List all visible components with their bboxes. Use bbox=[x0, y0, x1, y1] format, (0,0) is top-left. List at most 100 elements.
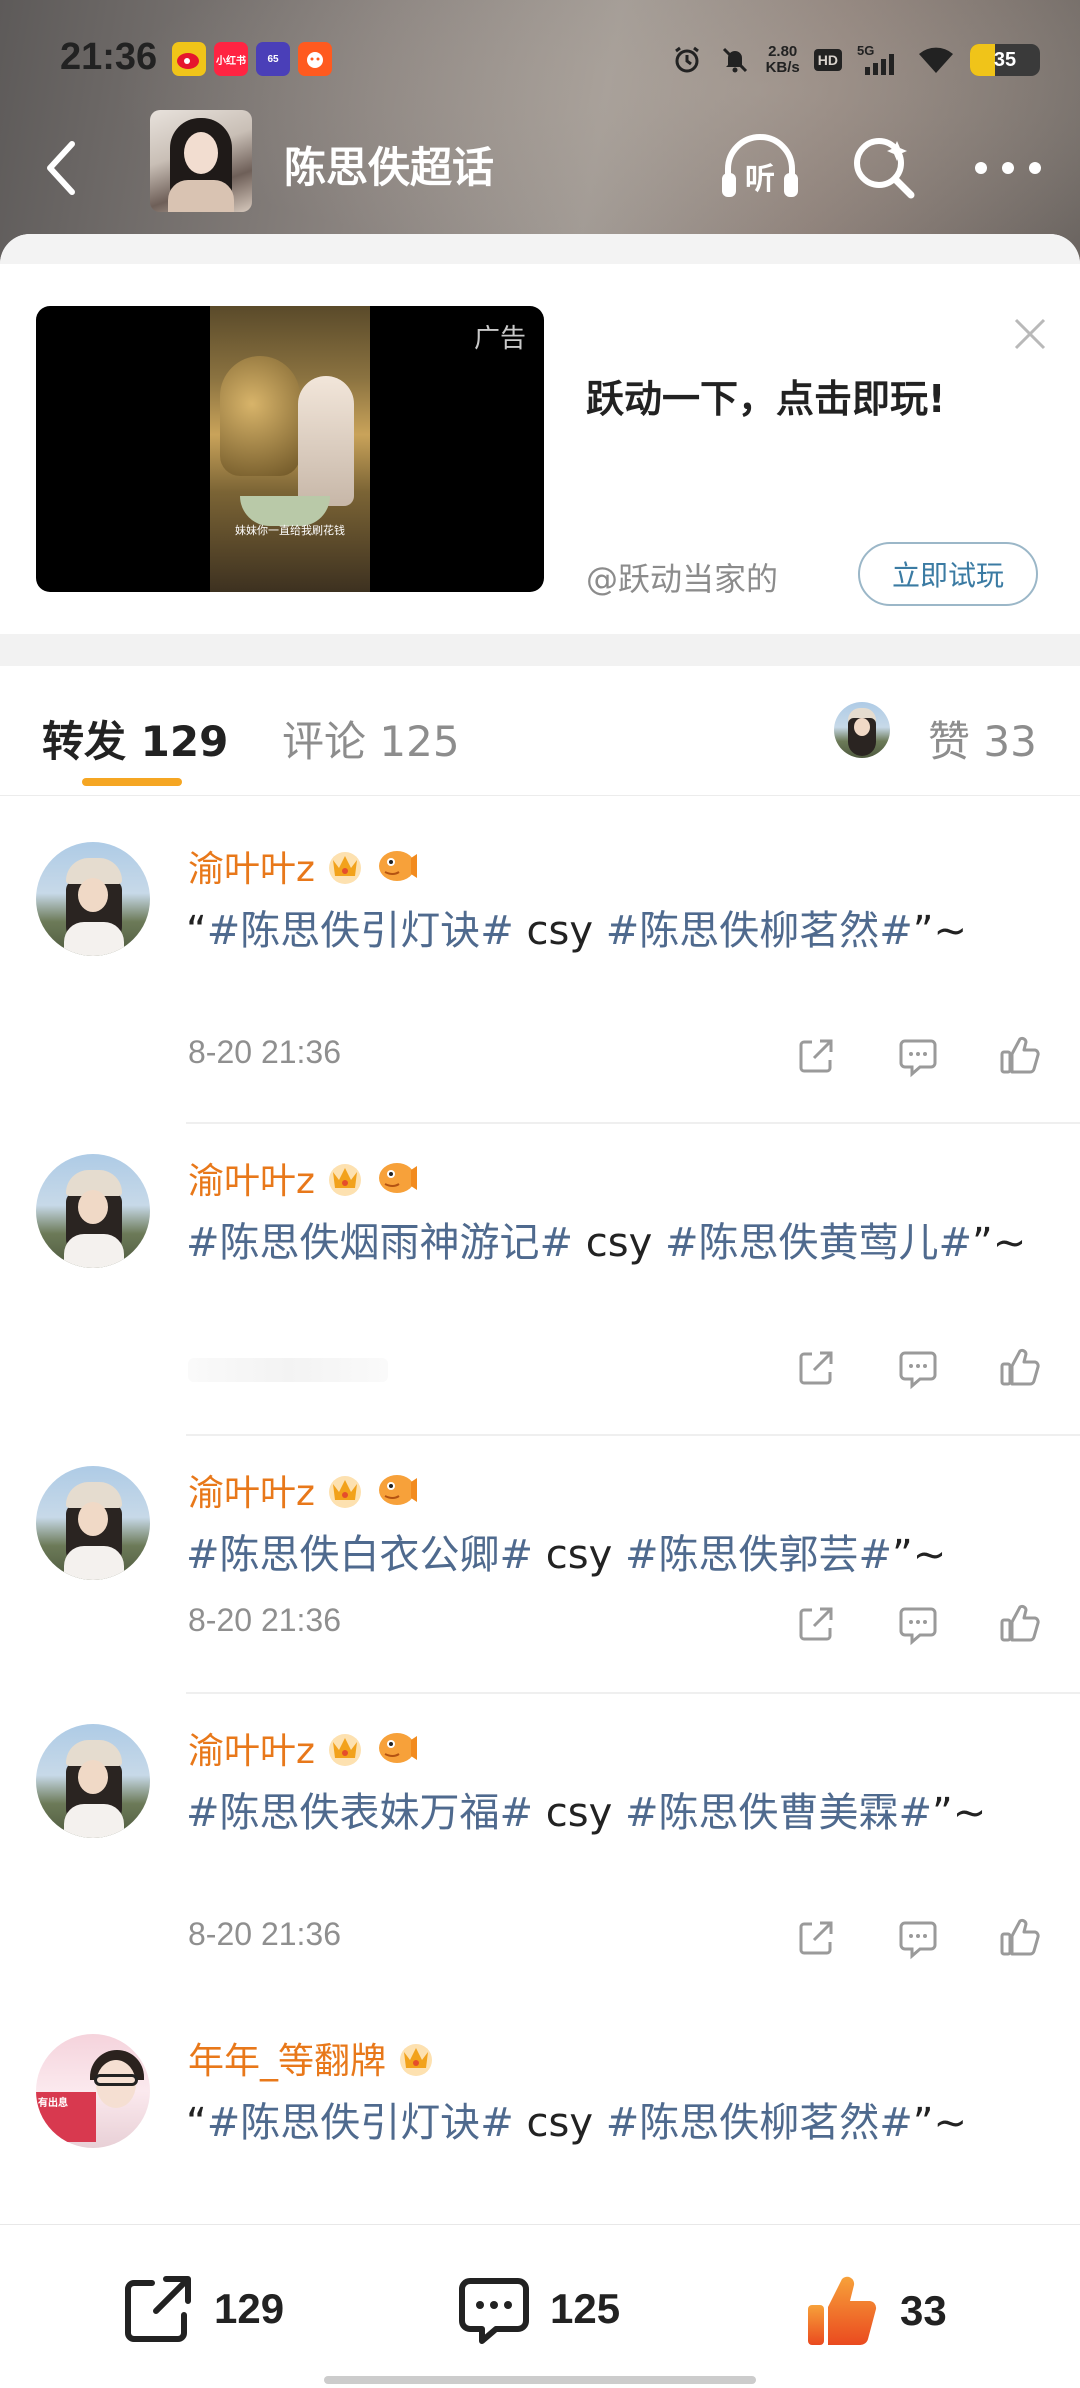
ad-card[interactable]: 妹妹你一直给我刷花钱 广告 跃动一下，点击即玩! @跃动当家的 立即试玩 bbox=[0, 264, 1080, 634]
topic-avatar[interactable] bbox=[150, 110, 252, 212]
username[interactable]: 渝叶叶z bbox=[188, 840, 315, 892]
username-row[interactable]: 渝叶叶z bbox=[188, 1722, 419, 1774]
hashtag-link[interactable]: #陈思佚引灯诀# bbox=[207, 2100, 514, 2146]
back-button[interactable] bbox=[30, 128, 90, 208]
username[interactable]: 渝叶叶z bbox=[188, 1722, 315, 1774]
comment-icon bbox=[899, 1921, 937, 1960]
hashtag-link[interactable]: #陈思佚柳茗然# bbox=[606, 2100, 913, 2146]
user-avatar[interactable] bbox=[36, 1154, 150, 1268]
repost-item-comment-button[interactable] bbox=[894, 1914, 942, 1962]
repost-item[interactable]: 渝叶叶z #陈思佚表妹万福# csy #陈思佚曹美霖#”~ 8-20 21:36 bbox=[0, 1694, 1080, 2006]
repost-text[interactable]: #陈思佚表妹万福# csy #陈思佚曹美霖#”~ bbox=[186, 1786, 1046, 1840]
tab-repost[interactable]: 转发 129 bbox=[42, 708, 228, 769]
user-avatar[interactable] bbox=[36, 1466, 150, 1580]
repost-item[interactable]: 渝叶叶z #陈思佚烟雨神游记# csy #陈思佚黄莺儿#”~ bbox=[0, 1124, 1080, 1436]
crown-badge-icon bbox=[394, 2036, 438, 2080]
repost-item-like-button[interactable] bbox=[996, 1914, 1044, 1962]
page-title[interactable]: 陈思佚超话 bbox=[284, 134, 494, 195]
share-icon bbox=[799, 1351, 833, 1385]
search-button[interactable] bbox=[842, 126, 926, 210]
repost-item-like-button[interactable] bbox=[996, 1344, 1044, 1392]
ad-video[interactable]: 妹妹你一直给我刷花钱 广告 bbox=[36, 306, 544, 592]
repost-text[interactable]: #陈思佚烟雨神游记# csy #陈思佚黄莺儿#”~ bbox=[186, 1216, 1046, 1270]
repost-item[interactable]: 渝叶叶z “#陈思佚引灯诀# csy #陈思佚柳茗然#”~ 8-20 21:36 bbox=[0, 812, 1080, 1124]
hashtag-link[interactable]: #陈思佚白衣公卿# bbox=[186, 1532, 533, 1578]
repost-time: 8-20 21:36 bbox=[188, 1602, 342, 1638]
repost-item-comment-button[interactable] bbox=[894, 1344, 942, 1392]
repost-item-like-button[interactable] bbox=[996, 1600, 1044, 1648]
repost-item[interactable]: 有出息 年年_等翻牌 “#陈思佚引灯诀# csy #陈思佚柳茗然#”~ bbox=[0, 2004, 1080, 2224]
hashtag-link[interactable]: #陈思佚表妹万福# bbox=[186, 1790, 533, 1836]
listen-button[interactable]: 听 bbox=[718, 126, 802, 210]
quote-mark: “ bbox=[186, 2100, 207, 2146]
xiaohongshu-icon: 小红书 bbox=[214, 42, 248, 76]
thumbs-up-icon bbox=[1000, 1604, 1040, 1642]
username[interactable]: 年年_等翻牌 bbox=[188, 2032, 386, 2084]
repost-item-actions bbox=[792, 1914, 1044, 1962]
thumbs-up-icon bbox=[1000, 1918, 1040, 1956]
repost-item-share-button[interactable] bbox=[792, 1914, 840, 1962]
ad-try-button[interactable]: 立即试玩 bbox=[858, 542, 1038, 606]
repost-text[interactable]: “#陈思佚引灯诀# csy #陈思佚柳茗然#”~ bbox=[186, 904, 1046, 958]
username-row[interactable]: 渝叶叶z bbox=[188, 1464, 419, 1516]
more-button[interactable] bbox=[966, 126, 1050, 210]
tab-repost-label: 转发 bbox=[42, 717, 127, 766]
ad-poster-caption: 妹妹你一直给我刷花钱 bbox=[235, 524, 345, 537]
username-row[interactable]: 渝叶叶z bbox=[188, 840, 419, 892]
repost-text-tail: ”~ bbox=[892, 1532, 947, 1578]
battery-level: 35 bbox=[993, 48, 1017, 71]
repost-button[interactable]: 129 bbox=[120, 2271, 284, 2347]
username[interactable]: 渝叶叶z bbox=[188, 1464, 315, 1516]
repost-count: 129 bbox=[214, 2285, 285, 2332]
ad-poster-image: 妹妹你一直给我刷花钱 bbox=[210, 306, 370, 592]
ad-author[interactable]: @跃动当家的 bbox=[586, 554, 778, 600]
crown-badge-icon bbox=[323, 1468, 367, 1512]
repost-item-actions bbox=[792, 1032, 1044, 1080]
repost-item-comment-button[interactable] bbox=[894, 1600, 942, 1648]
hashtag-link[interactable]: #陈思佚郭芸# bbox=[625, 1532, 892, 1578]
status-time: 21:36 bbox=[60, 36, 158, 78]
repost-text-mid: csy bbox=[573, 1220, 665, 1266]
comment-icon bbox=[899, 1607, 937, 1646]
nav-bar: 陈思佚超话 听 bbox=[0, 110, 1080, 220]
repost-item[interactable]: 渝叶叶z #陈思佚白衣公卿# csy #陈思佚郭芸#”~ 8-20 21:36 bbox=[0, 1436, 1080, 1694]
repost-text-mid: csy bbox=[513, 2100, 606, 2146]
repost-text[interactable]: “#陈思佚引灯诀# csy #陈思佚柳茗然#”~ bbox=[186, 2096, 1046, 2150]
repost-text[interactable]: #陈思佚白衣公卿# csy #陈思佚郭芸#”~ bbox=[186, 1528, 1046, 1582]
hashtag-link[interactable]: #陈思佚黄莺儿# bbox=[665, 1220, 972, 1266]
status-bar: 21:36 小红书 65 2.80 KB/s HD 5G 35 bbox=[0, 0, 1080, 118]
fish-badge-icon bbox=[375, 844, 419, 888]
network-speed-value: 2.80 bbox=[768, 43, 798, 60]
bottom-action-bar: 129 125 33 bbox=[0, 2224, 1080, 2388]
repost-item-comment-button[interactable] bbox=[894, 1032, 942, 1080]
repost-item-share-button[interactable] bbox=[792, 1600, 840, 1648]
hashtag-link[interactable]: #陈思佚引灯诀# bbox=[207, 908, 514, 954]
repost-item-like-button[interactable] bbox=[996, 1032, 1044, 1080]
user-avatar[interactable] bbox=[36, 1724, 150, 1838]
comment-button[interactable]: 125 bbox=[456, 2271, 620, 2347]
wifi-icon bbox=[916, 43, 956, 77]
like-count: 33 bbox=[900, 2287, 947, 2334]
user-avatar[interactable]: 有出息 bbox=[36, 2034, 150, 2148]
hashtag-link[interactable]: #陈思佚烟雨神游记# bbox=[186, 1220, 573, 1266]
thumbs-up-filled-icon bbox=[808, 2276, 877, 2346]
tab-like[interactable]: 赞 33 bbox=[928, 708, 1037, 769]
hashtag-link[interactable]: #陈思佚柳茗然# bbox=[606, 908, 913, 954]
user-avatar[interactable] bbox=[36, 842, 150, 956]
engagement-tabs: 转发 129 评论 125 赞 33 bbox=[0, 666, 1080, 796]
liker-avatar[interactable] bbox=[834, 702, 890, 758]
repost-text-tail: ”~ bbox=[932, 1790, 987, 1836]
username-row[interactable]: 年年_等翻牌 bbox=[188, 2032, 438, 2084]
home-indicator bbox=[324, 2376, 756, 2384]
fish-badge-icon bbox=[375, 1468, 419, 1512]
username[interactable]: 渝叶叶z bbox=[188, 1152, 315, 1204]
repost-item-share-button[interactable] bbox=[792, 1344, 840, 1392]
repost-item-share-button[interactable] bbox=[792, 1032, 840, 1080]
tab-comment[interactable]: 评论 125 bbox=[282, 708, 460, 769]
ad-close-button[interactable] bbox=[1010, 314, 1050, 354]
ad-title[interactable]: 跃动一下，点击即玩! bbox=[586, 368, 945, 423]
hashtag-link[interactable]: #陈思佚曹美霖# bbox=[625, 1790, 932, 1836]
username-row[interactable]: 渝叶叶z bbox=[188, 1152, 419, 1204]
like-button[interactable]: 33 bbox=[802, 2271, 947, 2351]
repost-text-mid: csy bbox=[533, 1790, 625, 1836]
